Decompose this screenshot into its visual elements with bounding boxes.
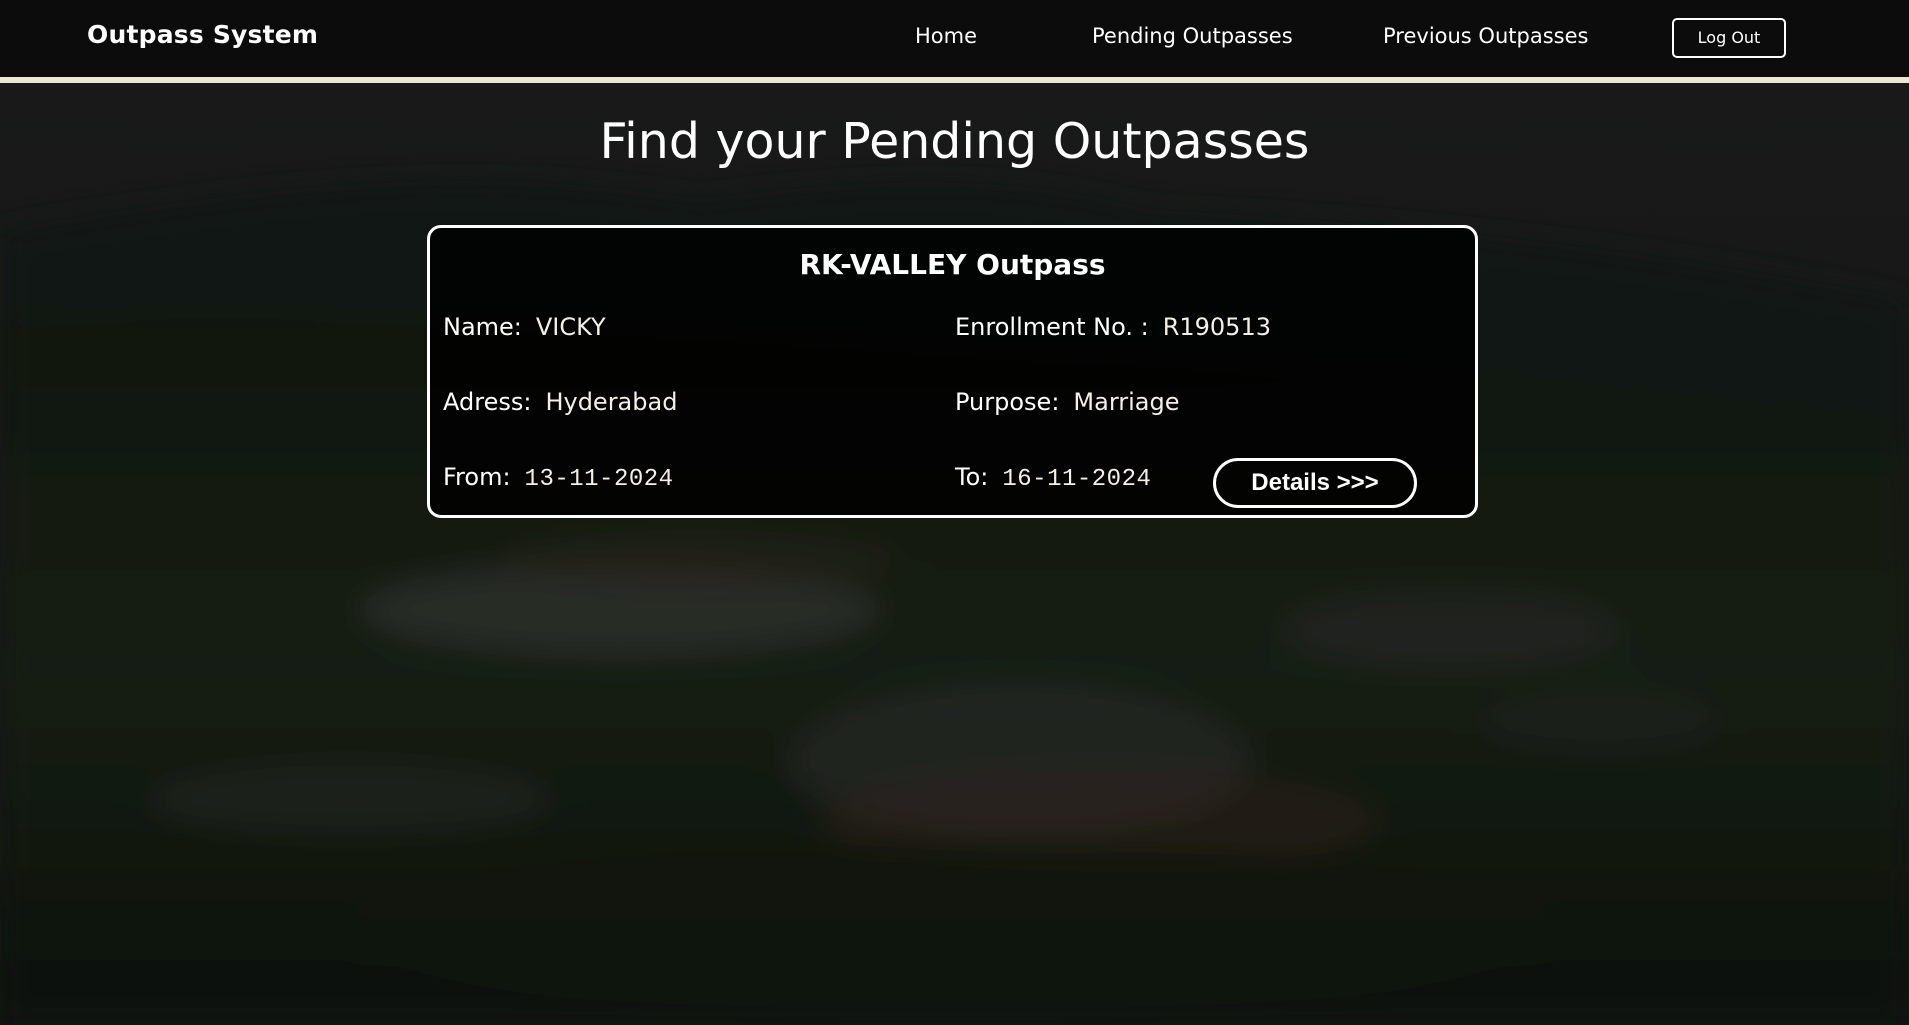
enrollment-value: R190513 bbox=[1162, 313, 1271, 341]
card-title: RK-VALLEY Outpass bbox=[799, 248, 1106, 281]
address-value: Hyderabad bbox=[545, 388, 678, 416]
from-label: From: bbox=[443, 463, 511, 491]
nav-link-pending-outpasses[interactable]: Pending Outpasses bbox=[1092, 24, 1293, 48]
logout-button[interactable]: Log Out bbox=[1672, 18, 1786, 58]
purpose-value: Marriage bbox=[1073, 388, 1180, 416]
to-date-field: To: 16-11-2024 bbox=[955, 463, 1151, 493]
navbar: Outpass System Home Pending Outpasses Pr… bbox=[0, 0, 1909, 83]
outpass-card: RK-VALLEY Outpass Name: VICKY Enrollment … bbox=[427, 225, 1478, 518]
from-date-field: From: 13-11-2024 bbox=[443, 463, 674, 493]
to-date-value: 16-11-2024 bbox=[1002, 466, 1152, 493]
address-field: Adress: Hyderabad bbox=[443, 388, 677, 416]
details-button[interactable]: Details >>> bbox=[1213, 458, 1417, 508]
address-label: Adress: bbox=[443, 388, 532, 416]
enrollment-field: Enrollment No. : R190513 bbox=[955, 313, 1271, 341]
purpose-label: Purpose: bbox=[955, 388, 1060, 416]
brand-title[interactable]: Outpass System bbox=[87, 20, 318, 49]
name-value: VICKY bbox=[535, 313, 606, 341]
from-date-value: 13-11-2024 bbox=[524, 466, 674, 493]
nav-link-previous-outpasses[interactable]: Previous Outpasses bbox=[1383, 24, 1588, 48]
name-label: Name: bbox=[443, 313, 522, 341]
nav-link-home[interactable]: Home bbox=[915, 24, 977, 48]
name-field: Name: VICKY bbox=[443, 313, 606, 341]
to-label: To: bbox=[955, 463, 989, 491]
purpose-field: Purpose: Marriage bbox=[955, 388, 1180, 416]
enrollment-label: Enrollment No. : bbox=[955, 313, 1149, 341]
page-title: Find your Pending Outpasses bbox=[599, 113, 1310, 170]
